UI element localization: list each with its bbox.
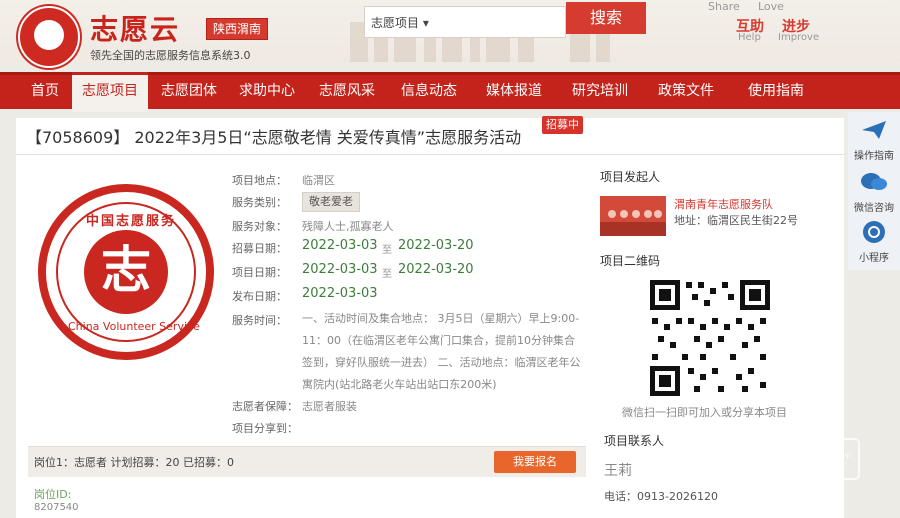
service-time-label: 服务时间： [232, 314, 287, 327]
volunteer-service-logo: 中国志愿服务 志 China Volunteer Service [38, 184, 214, 360]
dock-mini-program[interactable]: 小程序 [848, 220, 900, 264]
date-separator: 至 [382, 269, 392, 280]
nav-item-help-center[interactable]: 求助中心 [232, 75, 302, 109]
region-badge[interactable]: 陕西渭南 [206, 18, 269, 40]
publish-date: 2022-03-03 [302, 286, 378, 301]
project-end-date: 2022-03-20 [398, 262, 474, 277]
qr-caption: 微信扫一扫即可加入或分享本项目 [622, 406, 787, 419]
post-summary: 岗位1：志愿者 计划招募：20 已招募：0 [34, 456, 234, 469]
help-subtitle: Help [738, 32, 761, 43]
recruit-end-date: 2022-03-20 [398, 238, 474, 253]
dock-operation-guide[interactable]: 操作指南 [848, 118, 900, 162]
logo-top-text: 中国志愿服务 [86, 214, 177, 229]
nav-item-showcase[interactable]: 志愿风采 [312, 75, 382, 109]
org-photo-image [600, 196, 666, 236]
org-name-link[interactable]: 渭南青年志愿服务队 [674, 196, 773, 212]
watermark-app-label: APP [836, 452, 852, 461]
share-label: Share [708, 0, 740, 13]
logo-character: 志 [101, 241, 151, 299]
qr-title: 项目二维码 [600, 254, 661, 268]
contact-title: 项目联系人 [604, 434, 665, 448]
mini-program-icon [863, 221, 885, 243]
org-photo[interactable] [600, 196, 666, 236]
recruit-start-date: 2022-03-03 [302, 238, 378, 253]
brand-name[interactable]: 志愿云 [90, 8, 180, 48]
phone-icon: APP [832, 438, 860, 480]
nav-item-home[interactable]: 首页 [22, 75, 68, 109]
target-value: 残障人士,孤寡老人 [302, 220, 394, 233]
watermark-text: 荣耀渭南 [704, 442, 797, 467]
watermark-url: WWW.YEWN.CN [732, 470, 796, 479]
status-badge: 招募中 [542, 116, 583, 134]
recruit-date-label: 招募日期： [232, 242, 287, 255]
project-title: 【7058609】 2022年3月5日“志愿敬老情 关爱传真情”志愿服务活动 [26, 128, 522, 147]
nav-item-policy[interactable]: 政策文件 [648, 75, 724, 109]
initiator-title: 项目发起人 [600, 170, 661, 184]
search-box[interactable]: 志愿项目 ▾ [364, 6, 566, 38]
chevron-down-icon: ▾ [422, 16, 429, 30]
main-nav: 首页 志愿项目 志愿团体 求助中心 志愿风采 信息动态 媒体报道 研究培训 政策… [0, 72, 900, 112]
project-date-label: 项目日期： [232, 266, 287, 279]
org-address: 地址：临渭区民生街22号 [674, 214, 798, 227]
location-label: 项目地点： [232, 174, 287, 187]
wechat-icon [861, 173, 887, 190]
post-id-label: 岗位ID: [34, 488, 72, 501]
guarantee-label: 志愿者保障： [232, 400, 298, 413]
logo-inner-mark [34, 20, 64, 50]
service-time-text: 一、活动时间及集合地点： 3月5日（星期六）早上9:00-11：00（在临渭区老… [302, 312, 581, 391]
location-value: 临渭区 [302, 174, 335, 187]
publish-date-label: 发布日期： [232, 290, 287, 303]
dock-label: 小程序 [859, 253, 889, 264]
nav-item-media[interactable]: 媒体报道 [476, 75, 552, 109]
contact-phone: 电话：0913-2026120 [604, 490, 718, 503]
date-separator: 至 [382, 245, 392, 256]
nav-item-news[interactable]: 信息动态 [394, 75, 464, 109]
contact-name: 王莉 [604, 463, 632, 479]
dock-wechat-consult[interactable]: 微信咨询 [848, 170, 900, 214]
site-logo[interactable] [18, 6, 80, 68]
project-start-date: 2022-03-03 [302, 262, 378, 277]
qr-code-image [648, 278, 772, 398]
logo-bottom-text: China Volunteer Service [68, 320, 200, 333]
dock-label: 微信咨询 [854, 203, 894, 214]
site-slogan: 领先全国的志愿服务信息系统3.0 [90, 49, 251, 62]
target-label: 服务对象： [232, 220, 287, 233]
signup-button[interactable]: 我要报名 [494, 451, 576, 473]
dock-label: 操作指南 [854, 151, 894, 162]
project-qr-code [648, 278, 772, 398]
guarantee-value: 志愿者服装 [302, 400, 357, 413]
category-tag[interactable]: 敬老爱老 [302, 192, 360, 212]
nav-item-research[interactable]: 研究培训 [562, 75, 638, 109]
search-category-select[interactable]: 志愿项目 ▾ [371, 14, 429, 31]
paper-plane-icon [862, 121, 886, 139]
love-label: Love [758, 0, 784, 13]
search-button[interactable]: 搜索 [566, 2, 646, 34]
nav-item-projects[interactable]: 志愿项目 [72, 72, 148, 112]
share-to-label: 项目分享到： [232, 422, 298, 435]
improve-subtitle: Improve [778, 32, 820, 43]
category-label: 服务类别： [232, 196, 287, 209]
nav-item-groups[interactable]: 志愿团体 [154, 75, 224, 109]
nav-item-guide[interactable]: 使用指南 [736, 75, 816, 109]
